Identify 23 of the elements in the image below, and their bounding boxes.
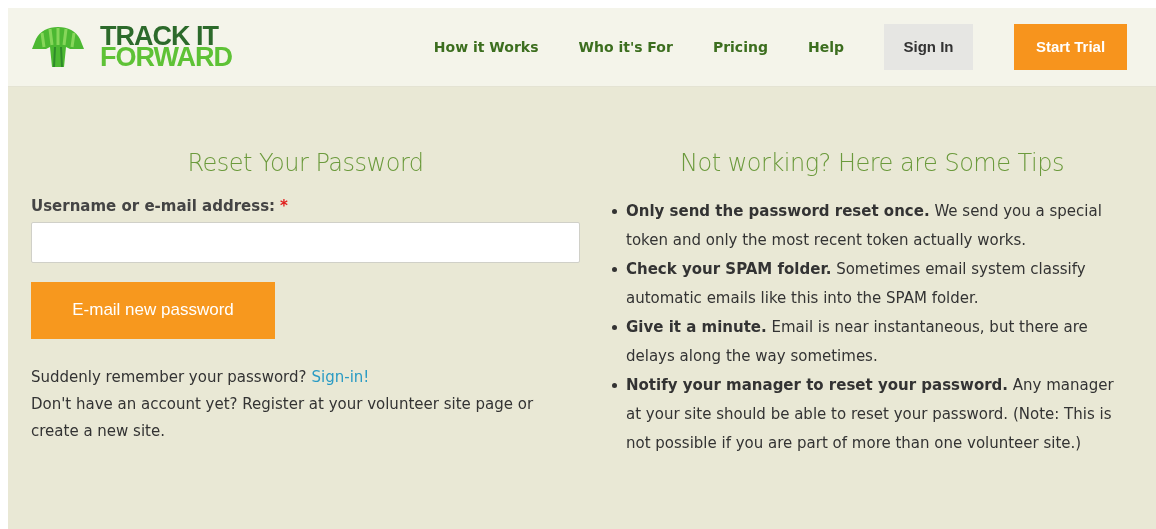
nav-link[interactable]: Who it's For — [558, 36, 693, 58]
username-field[interactable] — [31, 221, 580, 263]
bullet-icon — [612, 383, 617, 388]
tip-text: Check your SPAM folder. Sometimes email system classify automatic emails like this into the SPAM folder. — [626, 259, 1087, 309]
field-label: Username or e-mail address: — [31, 196, 276, 217]
required-mark: * — [280, 196, 288, 217]
tip-text: Only send the password reset once. We send you a special token and only the most recent token actually works. — [626, 201, 1103, 251]
bullet-icon — [612, 267, 617, 272]
logo-text: FORWARD — [100, 47, 232, 68]
prompt-text: Suddenly remember your password? — [31, 366, 307, 388]
nav-link[interactable]: How it Works — [413, 36, 559, 58]
nav-link[interactable]: Help — [787, 36, 864, 58]
bullet-icon — [612, 209, 617, 214]
sign-in-button[interactable]: Sign In — [884, 24, 973, 70]
tip-text: Notify your manager to reset your password. Any manager at your site should be able to reset your password. (Note: This is not possible if you are part of more than one volunteer site.) — [626, 375, 1115, 454]
section-heading: Reset Your Password — [186, 148, 425, 177]
register-text: Don't have an account yet? Register at your volunteer site page or create a new site. — [31, 393, 535, 442]
logo-text: TRACK IT — [100, 26, 219, 47]
nav-link[interactable]: Pricing — [692, 36, 788, 58]
tip-text: Give it a minute. Email is near instantaneous, but there are delays along the way sometimes. — [626, 317, 1089, 367]
tree-logo-icon — [30, 25, 86, 69]
bullet-icon — [612, 325, 617, 330]
section-heading: Not working? Here are Some Tips — [679, 148, 1065, 177]
